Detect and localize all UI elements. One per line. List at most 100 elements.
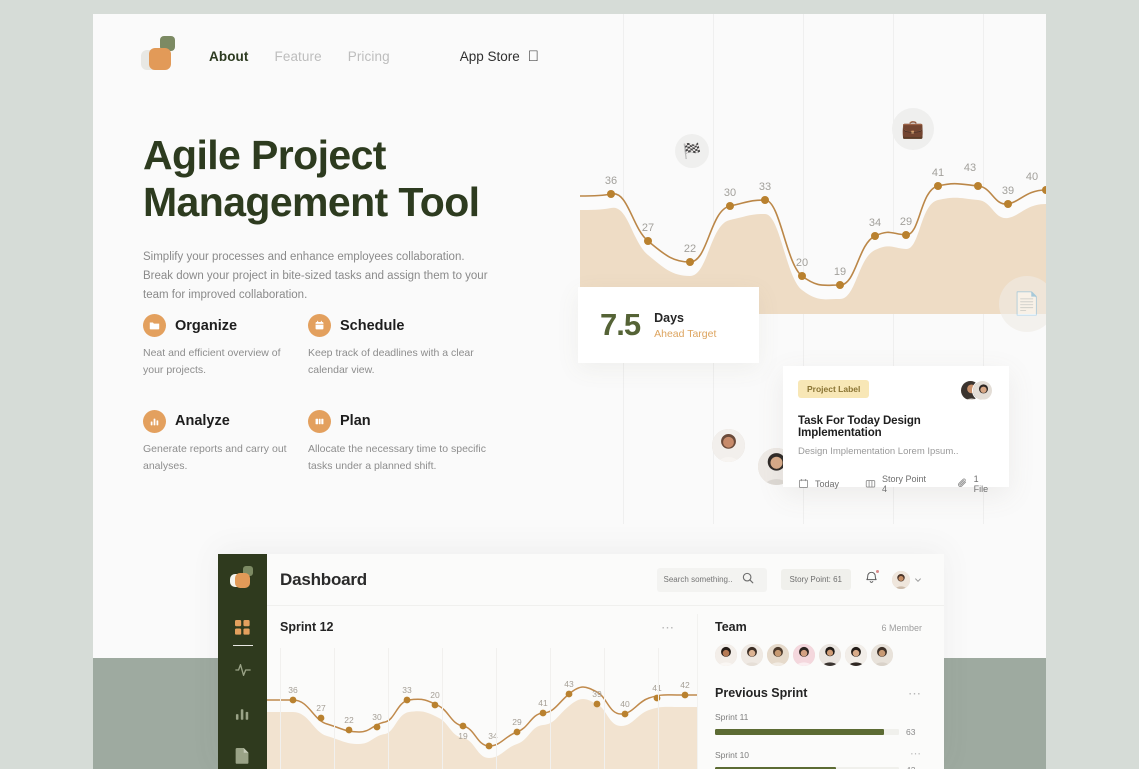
nav-link-feature[interactable]: Feature xyxy=(274,49,321,64)
page-root: About Feature Pricing App Store  xyxy=(0,0,1139,769)
sprint-title: Sprint 12 xyxy=(280,620,334,634)
app-store-link[interactable]: App Store  xyxy=(460,49,539,64)
svg-text:29: 29 xyxy=(512,717,522,727)
feature-desc: Generate reports and carry out analyses. xyxy=(143,442,287,472)
bell-icon[interactable] xyxy=(865,569,879,589)
feature-analyze: Analyze Generate reports and carry out a… xyxy=(143,409,308,476)
notification-dot xyxy=(875,569,879,573)
svg-text:43: 43 xyxy=(564,679,574,689)
avatar[interactable] xyxy=(871,644,893,666)
stat-status: Ahead Target xyxy=(654,327,717,340)
briefcase-icon: 💼 xyxy=(901,118,925,139)
avatar[interactable] xyxy=(819,644,841,666)
task-meta-label: Today xyxy=(815,479,840,489)
nav-link-pricing[interactable]: Pricing xyxy=(348,49,390,64)
sprint-name: Sprint 10 xyxy=(715,749,750,760)
task-meta-story-point: Story Point 4 xyxy=(865,474,931,494)
sprint-value: 63 xyxy=(906,727,916,737)
feature-plan: Plan Allocate the necessary time to spec… xyxy=(308,409,498,476)
svg-text:36: 36 xyxy=(288,685,298,695)
stat-value: 7.5 xyxy=(600,307,641,342)
svg-text:42: 42 xyxy=(680,680,690,690)
svg-text:22: 22 xyxy=(344,715,354,725)
story-point-badge[interactable]: Story Point: 61 xyxy=(780,569,851,590)
brand-logo-icon[interactable] xyxy=(141,36,181,76)
dashboard-body: Sprint 12 ⋯ 36 27 22 30 33 20 19 34 29 4… xyxy=(267,606,944,769)
avatar xyxy=(712,429,745,462)
svg-text:40: 40 xyxy=(620,699,630,709)
svg-text:19: 19 xyxy=(834,266,846,278)
task-meta-label: Story Point 4 xyxy=(882,474,927,494)
apple-logo-icon:  xyxy=(528,49,539,64)
briefcase-bubble: 💼 xyxy=(892,108,934,150)
sprint-area-chart: 36 27 22 30 33 20 19 34 29 41 43 39 40 41 42 xyxy=(267,648,697,769)
task-meta-today: Today xyxy=(798,478,839,491)
checkered-flag-icon: 🏁 xyxy=(682,143,702,160)
columns-icon xyxy=(308,409,331,433)
task-title: Task For Today Design Implementation xyxy=(798,415,921,439)
team-panel: Team 6 Member Previous Sprint ⋯ Sprint 1… xyxy=(697,606,944,769)
svg-text:39: 39 xyxy=(592,689,602,699)
avatar[interactable] xyxy=(767,644,789,666)
list-item[interactable]: Sprint 11 63 xyxy=(715,712,922,737)
dashboard-mock: Dashboard Story Point: 61 xyxy=(218,554,944,769)
hero-title-line2: Management Tool xyxy=(143,179,480,226)
feature-title: Organize xyxy=(175,317,238,334)
search-icon[interactable] xyxy=(742,571,754,589)
svg-text:30: 30 xyxy=(724,187,736,199)
svg-text:20: 20 xyxy=(796,257,808,269)
sprint-more-button[interactable]: ⋯ xyxy=(661,621,675,634)
sprint-name: Sprint 11 xyxy=(715,712,749,722)
page-title: Dashboard xyxy=(280,569,367,589)
list-item[interactable]: Sprint 10 ⋯ 42 xyxy=(715,749,922,769)
hero-title-line1: Agile Project xyxy=(143,132,386,178)
avatar[interactable] xyxy=(793,644,815,666)
svg-text:36: 36 xyxy=(605,175,617,187)
search-input[interactable] xyxy=(663,575,738,584)
svg-text:41: 41 xyxy=(538,698,548,708)
sidebar-item-activity[interactable] xyxy=(232,659,254,681)
sprint-area-chart-svg: 3627 22 30 33 20 19 34 2941 4339 4041 42 xyxy=(267,679,697,769)
hero-subtitle: Simplify your processes and enhance empl… xyxy=(143,251,488,301)
stat-card: 7.5 Days Ahead Target xyxy=(578,287,759,363)
brand-logo-icon[interactable] xyxy=(229,566,256,592)
svg-text:19: 19 xyxy=(458,731,468,741)
svg-text:29: 29 xyxy=(900,216,912,228)
svg-text:27: 27 xyxy=(316,703,326,713)
team-member-count: 6 Member xyxy=(881,623,922,633)
folder-icon xyxy=(143,314,166,337)
nav-links: About Feature Pricing xyxy=(209,49,390,64)
sidebar-item-reports[interactable] xyxy=(232,702,254,724)
sidebar-item-dashboard[interactable] xyxy=(232,616,254,646)
svg-text:33: 33 xyxy=(402,685,412,695)
feature-desc: Allocate the necessary time to specific … xyxy=(308,442,486,472)
previous-sprint-title: Previous Sprint xyxy=(715,686,808,700)
bar-chart-icon xyxy=(143,409,166,433)
sprint-panel: Sprint 12 ⋯ 36 27 22 30 33 20 19 34 29 4… xyxy=(267,606,697,769)
task-card[interactable]: Project Label Task For Today Design Impl… xyxy=(783,366,1009,494)
feature-title: Schedule xyxy=(340,317,405,334)
svg-text:39: 39 xyxy=(1002,185,1014,197)
feature-desc: Neat and efficient overview of your proj… xyxy=(143,347,281,377)
svg-text:40: 40 xyxy=(1026,171,1038,183)
sidebar-item-documents[interactable] xyxy=(232,745,254,767)
team-avatars xyxy=(715,644,922,666)
avatar[interactable] xyxy=(845,644,867,666)
task-description: Design Implementation Lorem Ipsum.. xyxy=(798,446,959,457)
search-box[interactable] xyxy=(656,567,767,592)
sprint-more-button[interactable]: ⋯ xyxy=(910,749,922,760)
sprint-value: 42 xyxy=(906,765,922,769)
status-badge: Project Label xyxy=(798,380,870,398)
nav-link-about[interactable]: About xyxy=(209,49,248,64)
feature-title: Analyze xyxy=(175,413,230,430)
calendar-icon xyxy=(308,314,331,337)
feature-grid: Organize Neat and efficient overview of … xyxy=(143,314,543,475)
previous-sprint-more-button[interactable]: ⋯ xyxy=(908,687,922,700)
avatar[interactable] xyxy=(741,644,763,666)
progress-fill xyxy=(715,729,885,735)
stat-unit: Days xyxy=(654,310,684,325)
progress-track xyxy=(715,729,899,735)
feature-title: Plan xyxy=(340,413,371,430)
user-menu[interactable] xyxy=(892,570,922,589)
avatar[interactable] xyxy=(715,644,737,666)
